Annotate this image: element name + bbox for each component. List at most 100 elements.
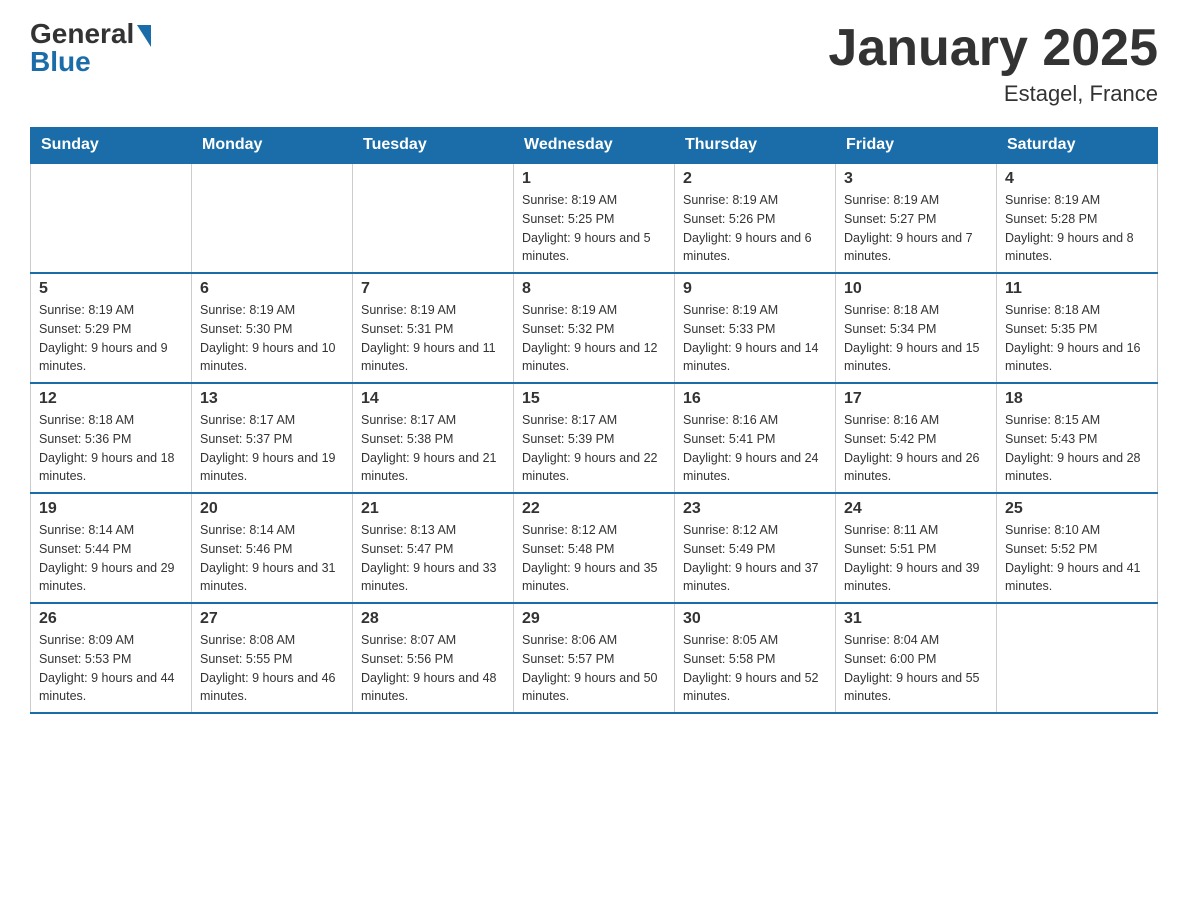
day-info-25: Sunrise: 8:10 AMSunset: 5:52 PMDaylight:… bbox=[1005, 521, 1149, 596]
day-info-23: Sunrise: 8:12 AMSunset: 5:49 PMDaylight:… bbox=[683, 521, 827, 596]
calendar-day-13: 13Sunrise: 8:17 AMSunset: 5:37 PMDayligh… bbox=[192, 383, 353, 493]
day-info-22: Sunrise: 8:12 AMSunset: 5:48 PMDaylight:… bbox=[522, 521, 666, 596]
day-info-5: Sunrise: 8:19 AMSunset: 5:29 PMDaylight:… bbox=[39, 301, 183, 376]
calendar-day-29: 29 Sunrise: 8:06 AMSunset: 5:57 PMDayligh… bbox=[514, 603, 675, 713]
day-info-15: Sunrise: 8:17 AMSunset: 5:39 PMDaylight:… bbox=[522, 411, 666, 486]
calendar-empty-cell bbox=[997, 603, 1158, 713]
day-number-20: 20 bbox=[200, 500, 344, 518]
calendar-day-24: 24 Sunrise: 8:11 AMSunset: 5:51 PMDayligh… bbox=[836, 493, 997, 603]
day-info-20: Sunrise: 8:14 AMSunset: 5:46 PMDaylight:… bbox=[200, 521, 344, 596]
day-info-1: Sunrise: 8:19 AMSunset: 5:25 PMDaylight:… bbox=[522, 191, 666, 266]
logo-blue-text: Blue bbox=[30, 48, 91, 76]
calendar-day-22: 22 Sunrise: 8:12 AMSunset: 5:48 PMDayligh… bbox=[514, 493, 675, 603]
day-info-27: Sunrise: 8:08 AMSunset: 5:55 PMDaylight:… bbox=[200, 631, 344, 706]
calendar-header-friday: Friday bbox=[836, 128, 997, 164]
day-number-29: 29 bbox=[522, 610, 666, 628]
logo: General Blue bbox=[30, 20, 151, 76]
day-info-11: Sunrise: 8:18 AMSunset: 5:35 PMDaylight:… bbox=[1005, 301, 1149, 376]
day-info-4: Sunrise: 8:19 AMSunset: 5:28 PMDaylight:… bbox=[1005, 191, 1149, 266]
calendar-header-monday: Monday bbox=[192, 128, 353, 164]
month-title: January 2025 bbox=[828, 20, 1158, 77]
calendar-day-1: 1 Sunrise: 8:19 AMSunset: 5:25 PMDaylight… bbox=[514, 163, 675, 273]
calendar-day-4: 4 Sunrise: 8:19 AMSunset: 5:28 PMDaylight… bbox=[997, 163, 1158, 273]
calendar-header-sunday: Sunday bbox=[31, 128, 192, 164]
calendar-table: SundayMondayTuesdayWednesdayThursdayFrid… bbox=[30, 127, 1158, 714]
day-number-14: 14 bbox=[361, 390, 505, 408]
day-info-26: Sunrise: 8:09 AMSunset: 5:53 PMDaylight:… bbox=[39, 631, 183, 706]
calendar-day-5: 5 Sunrise: 8:19 AMSunset: 5:29 PMDaylight… bbox=[31, 273, 192, 383]
calendar-day-28: 28 Sunrise: 8:07 AMSunset: 5:56 PMDayligh… bbox=[353, 603, 514, 713]
day-info-31: Sunrise: 8:04 AMSunset: 6:00 PMDaylight:… bbox=[844, 631, 988, 706]
day-info-16: Sunrise: 8:16 AMSunset: 5:41 PMDaylight:… bbox=[683, 411, 827, 486]
day-number-28: 28 bbox=[361, 610, 505, 628]
day-info-18: Sunrise: 8:15 AMSunset: 5:43 PMDaylight:… bbox=[1005, 411, 1149, 486]
day-number-25: 25 bbox=[1005, 500, 1149, 518]
calendar-day-12: 12 Sunrise: 8:18 AMSunset: 5:36 PMDayligh… bbox=[31, 383, 192, 493]
day-info-14: Sunrise: 8:17 AMSunset: 5:38 PMDaylight:… bbox=[361, 411, 505, 486]
calendar-day-8: 8 Sunrise: 8:19 AMSunset: 5:32 PMDaylight… bbox=[514, 273, 675, 383]
calendar-day-14: 14 Sunrise: 8:17 AMSunset: 5:38 PMDayligh… bbox=[353, 383, 514, 493]
calendar-day-11: 11Sunrise: 8:18 AMSunset: 5:35 PMDayligh… bbox=[997, 273, 1158, 383]
day-number-30: 30 bbox=[683, 610, 827, 628]
calendar-header-saturday: Saturday bbox=[997, 128, 1158, 164]
day-info-7: Sunrise: 8:19 AMSunset: 5:31 PMDaylight:… bbox=[361, 301, 505, 376]
day-info-21: Sunrise: 8:13 AMSunset: 5:47 PMDaylight:… bbox=[361, 521, 505, 596]
calendar-day-6: 6Sunrise: 8:19 AMSunset: 5:30 PMDaylight… bbox=[192, 273, 353, 383]
day-info-8: Sunrise: 8:19 AMSunset: 5:32 PMDaylight:… bbox=[522, 301, 666, 376]
day-number-5: 5 bbox=[39, 280, 183, 298]
day-info-19: Sunrise: 8:14 AMSunset: 5:44 PMDaylight:… bbox=[39, 521, 183, 596]
calendar-header-thursday: Thursday bbox=[675, 128, 836, 164]
calendar-day-18: 18 Sunrise: 8:15 AMSunset: 5:43 PMDayligh… bbox=[997, 383, 1158, 493]
location: Estagel, France bbox=[828, 81, 1158, 107]
day-number-26: 26 bbox=[39, 610, 183, 628]
calendar-day-16: 16Sunrise: 8:16 AMSunset: 5:41 PMDayligh… bbox=[675, 383, 836, 493]
page-header: General Blue January 2025 Estagel, Franc… bbox=[30, 20, 1158, 107]
calendar-day-10: 10Sunrise: 8:18 AMSunset: 5:34 PMDayligh… bbox=[836, 273, 997, 383]
day-number-4: 4 bbox=[1005, 170, 1149, 188]
calendar-day-25: 25 Sunrise: 8:10 AMSunset: 5:52 PMDayligh… bbox=[997, 493, 1158, 603]
day-number-19: 19 bbox=[39, 500, 183, 518]
calendar-week-row-5: 26 Sunrise: 8:09 AMSunset: 5:53 PMDayligh… bbox=[31, 603, 1158, 713]
day-info-24: Sunrise: 8:11 AMSunset: 5:51 PMDaylight:… bbox=[844, 521, 988, 596]
calendar-day-21: 21 Sunrise: 8:13 AMSunset: 5:47 PMDayligh… bbox=[353, 493, 514, 603]
day-info-28: Sunrise: 8:07 AMSunset: 5:56 PMDaylight:… bbox=[361, 631, 505, 706]
day-info-12: Sunrise: 8:18 AMSunset: 5:36 PMDaylight:… bbox=[39, 411, 183, 486]
day-number-22: 22 bbox=[522, 500, 666, 518]
day-info-29: Sunrise: 8:06 AMSunset: 5:57 PMDaylight:… bbox=[522, 631, 666, 706]
day-number-27: 27 bbox=[200, 610, 344, 628]
day-number-21: 21 bbox=[361, 500, 505, 518]
calendar-day-9: 9Sunrise: 8:19 AMSunset: 5:33 PMDaylight… bbox=[675, 273, 836, 383]
day-number-24: 24 bbox=[844, 500, 988, 518]
calendar-day-23: 23 Sunrise: 8:12 AMSunset: 5:49 PMDayligh… bbox=[675, 493, 836, 603]
title-block: January 2025 Estagel, France bbox=[828, 20, 1158, 107]
calendar-day-31: 31 Sunrise: 8:04 AMSunset: 6:00 PMDayligh… bbox=[836, 603, 997, 713]
day-number-2: 2 bbox=[683, 170, 827, 188]
calendar-day-15: 15 Sunrise: 8:17 AMSunset: 5:39 PMDayligh… bbox=[514, 383, 675, 493]
calendar-week-row-2: 5 Sunrise: 8:19 AMSunset: 5:29 PMDaylight… bbox=[31, 273, 1158, 383]
day-info-3: Sunrise: 8:19 AMSunset: 5:27 PMDaylight:… bbox=[844, 191, 988, 266]
day-number-9: 9 bbox=[683, 280, 827, 298]
calendar-day-20: 20 Sunrise: 8:14 AMSunset: 5:46 PMDayligh… bbox=[192, 493, 353, 603]
day-number-3: 3 bbox=[844, 170, 988, 188]
day-number-15: 15 bbox=[522, 390, 666, 408]
day-number-1: 1 bbox=[522, 170, 666, 188]
calendar-week-row-1: 1 Sunrise: 8:19 AMSunset: 5:25 PMDaylight… bbox=[31, 163, 1158, 273]
day-info-6: Sunrise: 8:19 AMSunset: 5:30 PMDaylight:… bbox=[200, 301, 344, 376]
day-number-18: 18 bbox=[1005, 390, 1149, 408]
calendar-empty-cell bbox=[31, 163, 192, 273]
day-info-17: Sunrise: 8:16 AMSunset: 5:42 PMDaylight:… bbox=[844, 411, 988, 486]
day-number-8: 8 bbox=[522, 280, 666, 298]
day-number-23: 23 bbox=[683, 500, 827, 518]
day-number-7: 7 bbox=[361, 280, 505, 298]
day-info-10: Sunrise: 8:18 AMSunset: 5:34 PMDaylight:… bbox=[844, 301, 988, 376]
calendar-header-row: SundayMondayTuesdayWednesdayThursdayFrid… bbox=[31, 128, 1158, 164]
day-number-31: 31 bbox=[844, 610, 988, 628]
calendar-day-3: 3 Sunrise: 8:19 AMSunset: 5:27 PMDaylight… bbox=[836, 163, 997, 273]
calendar-day-7: 7 Sunrise: 8:19 AMSunset: 5:31 PMDaylight… bbox=[353, 273, 514, 383]
day-info-2: Sunrise: 8:19 AMSunset: 5:26 PMDaylight:… bbox=[683, 191, 827, 266]
day-number-12: 12 bbox=[39, 390, 183, 408]
calendar-day-26: 26 Sunrise: 8:09 AMSunset: 5:53 PMDayligh… bbox=[31, 603, 192, 713]
calendar-empty-cell bbox=[353, 163, 514, 273]
day-info-13: Sunrise: 8:17 AMSunset: 5:37 PMDaylight:… bbox=[200, 411, 344, 486]
calendar-header-tuesday: Tuesday bbox=[353, 128, 514, 164]
